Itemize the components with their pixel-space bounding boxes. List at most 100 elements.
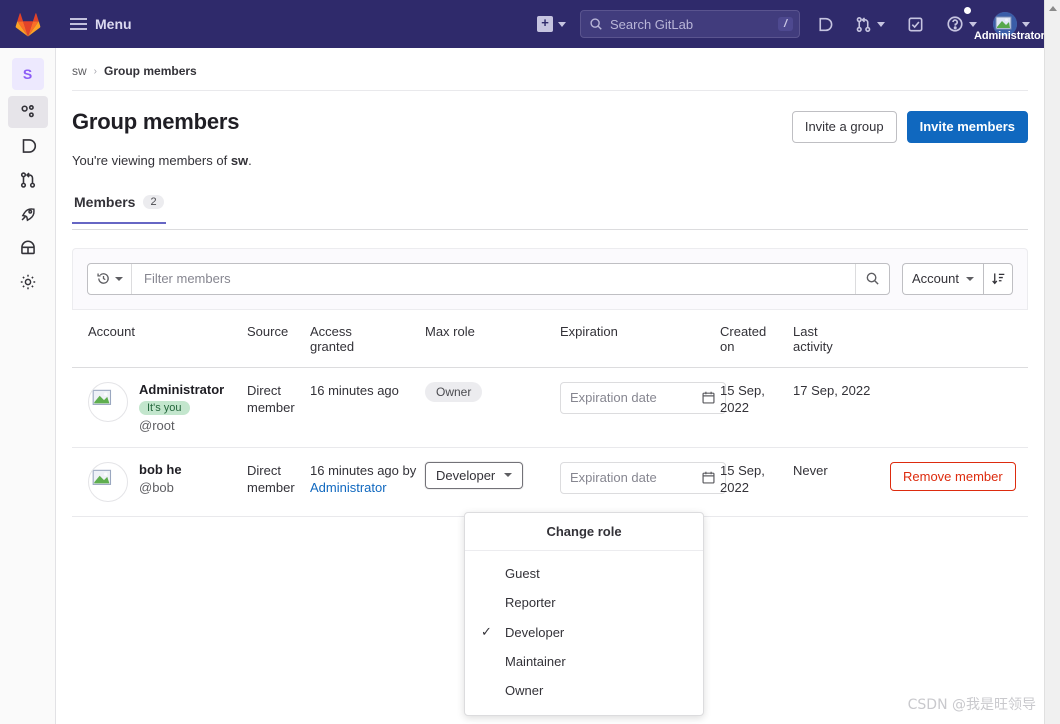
user-name-label: Administrator [974,30,1045,42]
sidebar-item-members[interactable] [7,96,48,128]
package-icon [20,240,35,255]
member-handle: @bob [139,479,174,495]
member-access-granted-by-link[interactable]: Administrator [310,480,387,495]
role-option-reporter[interactable]: Reporter [465,588,703,617]
page-subtitle-suffix: . [248,152,252,168]
create-new-button[interactable]: + [537,8,566,40]
page-subtitle-prefix: You're viewing members of [72,152,231,168]
chevron-down-icon [1022,21,1030,27]
sort-direction-button[interactable] [983,262,1013,295]
sort-field-dropdown[interactable]: Account [902,262,983,295]
member-actions: Remove member [890,461,1028,491]
sort-field-label: Account [912,271,959,287]
watermark: CSDN @我是旺领导 [907,697,1036,713]
avatar [88,461,128,502]
member-last-activity: 17 Sep, 2022 [793,382,871,398]
tab-members-label: Members [74,193,136,210]
group-avatar-initial[interactable]: S [11,58,44,90]
column-account: Account [88,323,135,339]
avatar [88,381,128,422]
issues-nav-button[interactable] [816,8,833,40]
invite-a-group-button[interactable]: Invite a group [791,111,897,143]
scroll-up-arrow-icon[interactable] [1045,0,1060,17]
member-name[interactable]: Administrator [139,382,224,397]
member-handle: @root [139,417,175,433]
recent-searches-button[interactable] [88,263,132,294]
role-option-label: Owner [505,683,544,698]
sidebar-item-issues[interactable] [8,130,48,162]
rocket-icon [21,208,35,222]
member-source: Direct member [247,462,295,496]
chevron-down-icon [877,21,885,27]
member-max-role: Owner [425,381,560,402]
search-input[interactable]: Search GitLab [610,17,778,32]
role-option-maintainer[interactable]: Maintainer [465,647,703,676]
column-access-granted: Access granted [310,323,355,354]
member-created-on: 15 Sep, 2022 [720,382,765,416]
member-source: Direct member [247,382,295,416]
tab-members[interactable]: Members 2 [72,192,166,224]
role-badge: Owner [425,381,483,402]
page-title: Group members [72,109,240,134]
column-source: Source [247,323,289,339]
chevron-down-icon [966,276,974,281]
role-dropdown-button[interactable]: Developer [425,461,524,489]
role-option-label: Developer [505,624,565,640]
expiration-date-input[interactable]: Expiration date [560,381,726,414]
its-you-badge: It's you [139,400,190,415]
table-row: bob he @bob Direct member 16 minutes ago… [72,448,1028,517]
role-option-label: Guest [505,566,540,581]
search-shortcut-key: / [777,17,793,31]
filter-members-input[interactable]: Filter members [132,271,855,286]
filter-members-box[interactable]: Filter members [87,262,891,295]
breadcrumb-group-link[interactable]: sw [72,64,87,78]
sidebar-item-settings[interactable] [8,266,48,298]
change-role-list: Guest Reporter ✓ Developer Maintainer Ow… [465,551,703,715]
sidebar-item-merge-requests[interactable] [8,164,48,196]
column-created-on: Created on [720,323,767,354]
role-option-label: Reporter [505,595,556,610]
page-header-actions: Invite a group Invite members [791,109,1028,143]
member-expiration: Expiration date [560,381,726,414]
group-members-icon [20,105,34,118]
role-option-developer[interactable]: ✓ Developer [465,617,703,647]
global-search-box[interactable]: Search GitLab / [580,10,800,38]
expiration-date-input[interactable]: Expiration date [560,461,726,494]
merge-requests-icon [20,172,35,188]
column-last-activity: Last activity [793,323,833,354]
breadcrumb: sw › Group members [56,48,1044,78]
role-option-label: Maintainer [505,654,566,669]
todos-nav-button[interactable] [907,8,924,40]
sidebar-item-packages[interactable] [8,232,48,264]
invite-members-button[interactable]: Invite members [906,111,1028,143]
column-expiration: Expiration [560,323,618,339]
history-icon [97,273,109,284]
page-subtitle-group: sw [230,152,249,168]
expiration-date-placeholder: Expiration date [570,470,657,486]
tab-members-count: 2 [143,194,164,209]
members-table: Account Source Access granted Max role E… [72,310,1028,517]
sidebar-item-cicd[interactable] [8,198,48,230]
member-expiration: Expiration date [560,461,726,494]
merge-requests-nav-button[interactable] [855,8,885,40]
filter-search-button[interactable] [855,263,889,294]
page-scrollbar[interactable] [1044,0,1060,724]
table-row: Administrator It's you @root Direct memb… [72,368,1028,448]
chevron-down-icon [504,473,513,478]
member-last-activity: Never [793,462,828,478]
left-sidebar-rail: S [0,48,56,724]
calendar-icon [702,471,715,484]
page-header: Group members Invite a group Invite memb… [56,91,1044,143]
expiration-date-placeholder: Expiration date [570,390,657,406]
help-nav-button[interactable] [946,7,977,40]
role-option-owner[interactable]: Owner [465,676,703,705]
remove-member-button[interactable]: Remove member [890,461,1016,491]
role-option-guest[interactable]: Guest [465,559,703,588]
check-icon: ✓ [481,624,492,639]
top-navigation-bar: Menu + Search GitLab / Administrator [0,0,1045,48]
menu-label: Menu [95,16,132,32]
main-menu-button[interactable]: Menu [70,16,132,32]
gear-icon [20,274,35,290]
gitlab-logo-icon[interactable] [14,10,42,38]
member-name[interactable]: bob he [139,462,182,477]
